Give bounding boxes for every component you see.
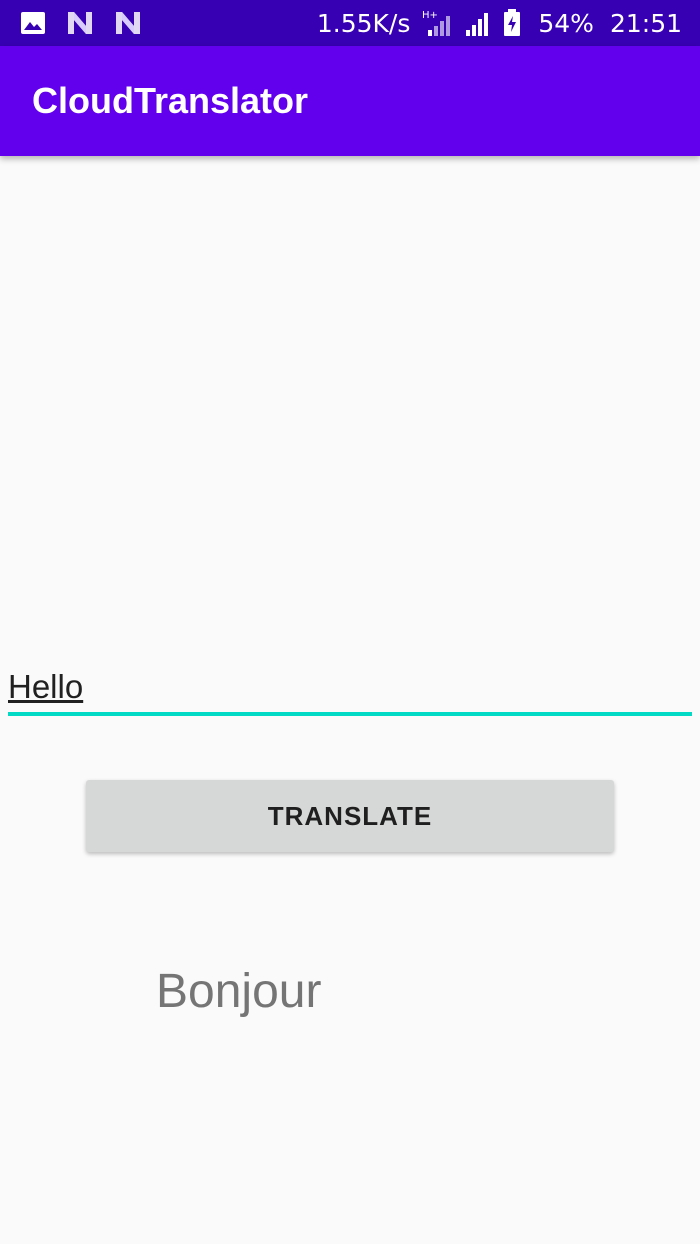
image-icon <box>20 11 46 35</box>
hplus-network-icon: H+ <box>422 8 456 38</box>
input-focus-underline <box>8 712 692 716</box>
status-left-icons <box>20 0 162 46</box>
clock-text: 21:51 <box>609 8 682 38</box>
battery-percent-text: 54% <box>538 8 594 38</box>
source-text-input[interactable] <box>8 662 692 712</box>
n-notification-icon <box>66 10 94 36</box>
status-bar: 1.55K/s H+ 54% 21:51 <box>0 0 700 46</box>
app-title: CloudTranslator <box>32 80 309 121</box>
signal-icon <box>464 8 494 38</box>
net-speed-text: 1.55K/s <box>316 8 411 38</box>
n-notification-icon <box>114 10 142 36</box>
translation-output-text: Bonjour <box>156 965 322 1018</box>
network-type-text: H+ <box>422 10 438 21</box>
battery-charging-icon <box>502 8 522 38</box>
text-input-container[interactable] <box>8 662 692 718</box>
status-right: 1.55K/s H+ 54% 21:51 <box>317 0 682 46</box>
translate-button[interactable]: TRANSLATE <box>86 780 614 852</box>
app-bar: CloudTranslator <box>0 46 700 156</box>
